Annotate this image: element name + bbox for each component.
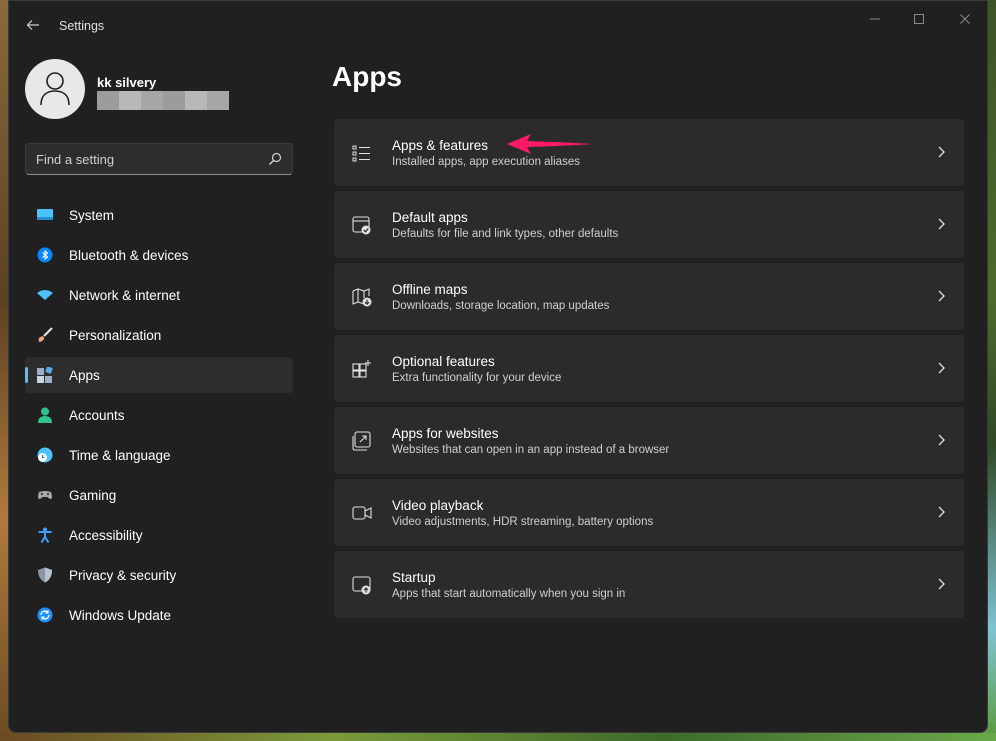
- settings-cards: Apps & features Installed apps, app exec…: [334, 119, 964, 623]
- minimize-icon: [870, 18, 880, 20]
- back-arrow-icon: [26, 20, 39, 30]
- card-title: Default apps: [392, 210, 468, 225]
- accessibility-icon: [38, 527, 52, 543]
- update-icon: [37, 607, 53, 623]
- card-title: Startup: [392, 570, 436, 585]
- shield-icon: [38, 567, 52, 583]
- card-title: Offline maps: [392, 282, 468, 297]
- card-subtitle: Websites that can open in an app instead…: [392, 444, 670, 456]
- chevron-right-icon: [938, 506, 945, 518]
- accounts-icon: [38, 407, 52, 423]
- video-icon: [352, 506, 372, 520]
- default-apps-icon: [352, 216, 371, 235]
- sidebar-item-bluetooth[interactable]: Bluetooth & devices: [25, 237, 293, 273]
- sidebar-nav: System Bluetooth & devices Network & int…: [25, 197, 293, 637]
- card-title: Apps for websites: [392, 426, 499, 441]
- sidebar-item-system[interactable]: System: [25, 197, 293, 233]
- sidebar-item-label: Time & language: [69, 448, 171, 463]
- sidebar-item-time-language[interactable]: Time & language: [25, 437, 293, 473]
- minimize-button[interactable]: [853, 9, 897, 29]
- sidebar-item-accounts[interactable]: Accounts: [25, 397, 293, 433]
- desktop-wallpaper-bottom: [0, 733, 996, 741]
- card-video-playback[interactable]: Video playback Video adjustments, HDR st…: [334, 479, 964, 546]
- card-subtitle: Defaults for file and link types, other …: [392, 228, 619, 240]
- globe-clock-icon: [37, 447, 53, 463]
- avatar: [25, 59, 85, 119]
- user-name: kk silvery: [97, 75, 157, 90]
- brush-icon: [38, 327, 53, 342]
- card-subtitle: Extra functionality for your device: [392, 372, 562, 384]
- chevron-right-icon: [938, 362, 945, 374]
- chevron-right-icon: [938, 218, 945, 230]
- sidebar-item-gaming[interactable]: Gaming: [25, 477, 293, 513]
- sidebar-item-windows-update[interactable]: Windows Update: [25, 597, 293, 633]
- chevron-right-icon: [938, 290, 945, 302]
- user-icon: [40, 72, 70, 106]
- sidebar-item-label: Apps: [69, 368, 100, 383]
- card-title: Video playback: [392, 498, 484, 513]
- card-title: Apps & features: [392, 138, 489, 153]
- card-subtitle: Video adjustments, HDR streaming, batter…: [392, 516, 654, 528]
- sidebar-item-label: Personalization: [69, 328, 162, 343]
- maximize-icon: [914, 14, 924, 24]
- apps-icon: [37, 367, 53, 383]
- close-icon: [960, 14, 970, 24]
- card-optional-features[interactable]: Optional features Extra functionality fo…: [334, 335, 964, 402]
- card-subtitle: Apps that start automatically when you s…: [392, 588, 626, 600]
- card-title: Optional features: [392, 354, 495, 369]
- card-offline-maps[interactable]: Offline maps Downloads, storage location…: [334, 263, 964, 330]
- startup-icon: [352, 576, 371, 595]
- annotation-arrow-icon: [507, 134, 593, 154]
- chevron-right-icon: [938, 578, 945, 590]
- sidebar-item-label: System: [69, 208, 115, 223]
- search-placeholder: Find a setting: [36, 152, 115, 167]
- sidebar-item-label: Privacy & security: [69, 568, 177, 583]
- sidebar-item-label: Bluetooth & devices: [69, 248, 189, 263]
- card-startup[interactable]: Startup Apps that start automatically wh…: [334, 551, 964, 618]
- chevron-right-icon: [938, 146, 945, 158]
- title-bar: Settings: [9, 1, 987, 51]
- sidebar-item-privacy-security[interactable]: Privacy & security: [25, 557, 293, 593]
- system-icon: [37, 209, 53, 220]
- chevron-right-icon: [938, 434, 945, 446]
- open-external-icon: [352, 431, 371, 451]
- card-subtitle: Installed apps, app execution aliases: [392, 156, 580, 168]
- card-apps-features[interactable]: Apps & features Installed apps, app exec…: [334, 119, 964, 186]
- window-title: Settings: [59, 19, 105, 33]
- user-email-redacted: [97, 91, 229, 110]
- sidebar-item-personalization[interactable]: Personalization: [25, 317, 293, 353]
- sidebar-item-label: Accessibility: [69, 528, 143, 543]
- map-download-icon: [352, 288, 372, 307]
- sidebar-item-apps[interactable]: Apps: [25, 357, 293, 393]
- sidebar-item-label: Accounts: [69, 408, 125, 423]
- maximize-button[interactable]: [897, 9, 941, 29]
- bluetooth-icon: [37, 247, 53, 263]
- list-icon: [352, 145, 370, 162]
- search-icon[interactable]: [268, 152, 282, 166]
- card-default-apps[interactable]: Default apps Defaults for file and link …: [334, 191, 964, 258]
- sidebar-item-label: Network & internet: [69, 288, 181, 303]
- search-input[interactable]: Find a setting: [25, 143, 293, 175]
- grid-plus-icon: [352, 360, 371, 378]
- wifi-icon: [37, 290, 53, 300]
- sidebar-item-label: Windows Update: [69, 608, 172, 623]
- page-title: Apps: [332, 61, 402, 92]
- sidebar-item-accessibility[interactable]: Accessibility: [25, 517, 293, 553]
- user-profile[interactable]: kk silvery: [25, 59, 305, 121]
- sidebar-item-label: Gaming: [69, 488, 117, 503]
- back-button[interactable]: [23, 15, 43, 35]
- gamepad-icon: [38, 491, 52, 499]
- settings-window: Settings kk silvery Find a setting Syste…: [8, 0, 988, 733]
- card-subtitle: Downloads, storage location, map updates: [392, 300, 610, 312]
- sidebar-item-network[interactable]: Network & internet: [25, 277, 293, 313]
- close-button[interactable]: [943, 9, 987, 29]
- card-apps-for-websites[interactable]: Apps for websites Websites that can open…: [334, 407, 964, 474]
